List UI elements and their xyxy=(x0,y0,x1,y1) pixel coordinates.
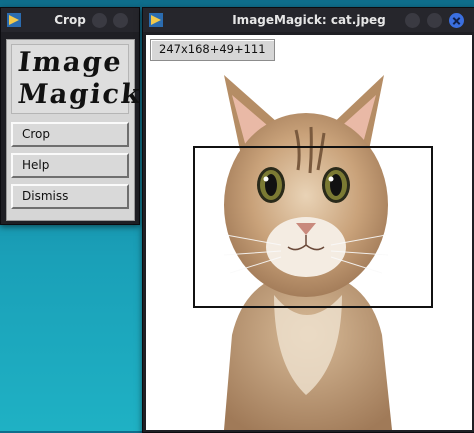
dismiss-button[interactable]: Dismiss xyxy=(11,184,129,209)
maximize-button[interactable] xyxy=(113,13,128,28)
crop-geometry-readout: 247x168+49+111 xyxy=(150,39,275,61)
crop-selection-rectangle[interactable] xyxy=(193,146,433,308)
maximize-button[interactable] xyxy=(427,13,442,28)
image-titlebar[interactable]: ImageMagick: cat.jpeg xyxy=(143,8,474,32)
minimize-button[interactable] xyxy=(92,13,107,28)
minimize-button[interactable] xyxy=(405,13,420,28)
imagemagick-logo: Image Magick xyxy=(11,44,143,114)
imagemagick-app-icon xyxy=(7,13,21,27)
close-icon[interactable] xyxy=(449,13,464,28)
logo-line-1: Image xyxy=(16,47,125,78)
imagemagick-app-icon xyxy=(149,13,163,27)
image-canvas[interactable]: 247x168+49+111 xyxy=(146,35,472,430)
logo-line-2: Magick xyxy=(16,79,144,110)
image-window-title: ImageMagick: cat.jpeg xyxy=(232,13,386,27)
crop-window-title: Crop xyxy=(54,13,86,27)
crop-window: Crop Image Magick Crop Help Dismiss xyxy=(0,7,143,225)
image-window: ImageMagick: cat.jpeg 247x168+49+111 xyxy=(142,7,474,433)
help-button[interactable]: Help xyxy=(11,153,129,178)
crop-button[interactable]: Crop xyxy=(11,122,129,147)
crop-panel: Image Magick Crop Help Dismiss xyxy=(6,39,143,221)
crop-titlebar[interactable]: Crop xyxy=(1,8,139,32)
